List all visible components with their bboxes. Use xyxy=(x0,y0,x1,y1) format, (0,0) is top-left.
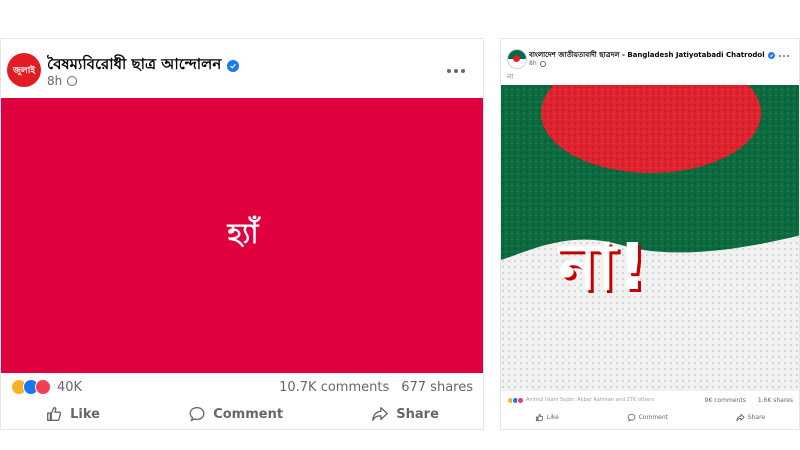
like-button[interactable]: Like xyxy=(45,401,100,427)
comment-icon xyxy=(189,407,205,422)
share-label: Share xyxy=(396,406,439,422)
page-avatar[interactable] xyxy=(507,49,527,69)
share-count[interactable]: 1.6K shares xyxy=(758,397,793,404)
reaction-count[interactable]: 40K xyxy=(57,380,82,395)
post-time[interactable]: 8h xyxy=(529,60,537,67)
avatar-flag-dot xyxy=(513,55,520,62)
avatar-text: জুলাই xyxy=(12,65,36,76)
post-header: বাংলাদেশ জাতীয়তাবাদী ছাত্রদল - Banglade… xyxy=(529,49,775,61)
globe-icon xyxy=(539,60,546,67)
share-count[interactable]: 677 shares xyxy=(401,380,473,395)
more-icon[interactable] xyxy=(447,69,465,73)
page-name[interactable]: বাংলাদেশ জাতীয়তাবাদী ছাত্রদল - Banglade… xyxy=(529,49,765,61)
share-label: Share xyxy=(747,413,766,421)
like-icon xyxy=(47,407,62,421)
post-actions: Like Comment Share xyxy=(1,401,483,427)
comment-button[interactable]: Comment xyxy=(188,401,283,427)
share-icon xyxy=(736,413,745,421)
left-post-card: জুলাই বৈষম্যবিরোধী ছাত্র আন্দোলন 8h হ্যা… xyxy=(0,38,484,430)
post-stats: Animul Islam Sujon, Akbar Rahman and 27K… xyxy=(501,393,799,407)
post-stats: 40K 10.7K comments 677 shares xyxy=(1,377,483,397)
page-avatar[interactable]: জুলাই xyxy=(7,53,41,87)
more-icon[interactable] xyxy=(779,55,789,57)
love-reaction-icon xyxy=(517,396,524,404)
share-button[interactable]: Share xyxy=(371,401,439,427)
love-reaction-icon xyxy=(35,379,51,395)
like-label: Like xyxy=(70,406,100,422)
post-meta: 8h xyxy=(47,74,78,88)
reaction-icons[interactable] xyxy=(11,379,51,395)
verified-badge-icon xyxy=(767,51,775,59)
post-time[interactable]: 8h xyxy=(47,74,62,88)
comment-count[interactable]: 10.7K comments xyxy=(279,380,389,395)
comment-count[interactable]: 9K comments xyxy=(705,397,746,404)
post-actions: Like Comment Share xyxy=(501,409,799,425)
globe-icon xyxy=(67,76,78,86)
like-icon xyxy=(535,413,544,421)
post-media[interactable]: না! xyxy=(501,85,799,391)
media-text: না! xyxy=(559,231,649,305)
share-icon xyxy=(372,407,389,421)
reaction-count[interactable]: Animul Islam Sujon, Akbar Rahman and 27K… xyxy=(526,397,654,403)
media-text: হ্যাঁ xyxy=(227,217,259,250)
post-meta: 8h xyxy=(529,60,546,67)
flag-background xyxy=(501,85,799,391)
post-caption: না xyxy=(507,73,514,81)
post-media[interactable]: হ্যাঁ xyxy=(1,98,483,373)
verified-badge-icon xyxy=(227,59,240,72)
comment-icon xyxy=(627,413,635,421)
right-post-card: বাংলাদেশ জাতীয়তাবাদী ছাত্রদল - Banglade… xyxy=(500,38,800,430)
comment-label: Comment xyxy=(638,413,669,421)
comment-button[interactable]: Comment xyxy=(627,409,668,425)
comment-label: Comment xyxy=(213,406,284,422)
share-button[interactable]: Share xyxy=(736,409,765,425)
reaction-icons[interactable] xyxy=(507,396,524,404)
like-button[interactable]: Like xyxy=(535,409,559,425)
like-label: Like xyxy=(546,413,559,421)
